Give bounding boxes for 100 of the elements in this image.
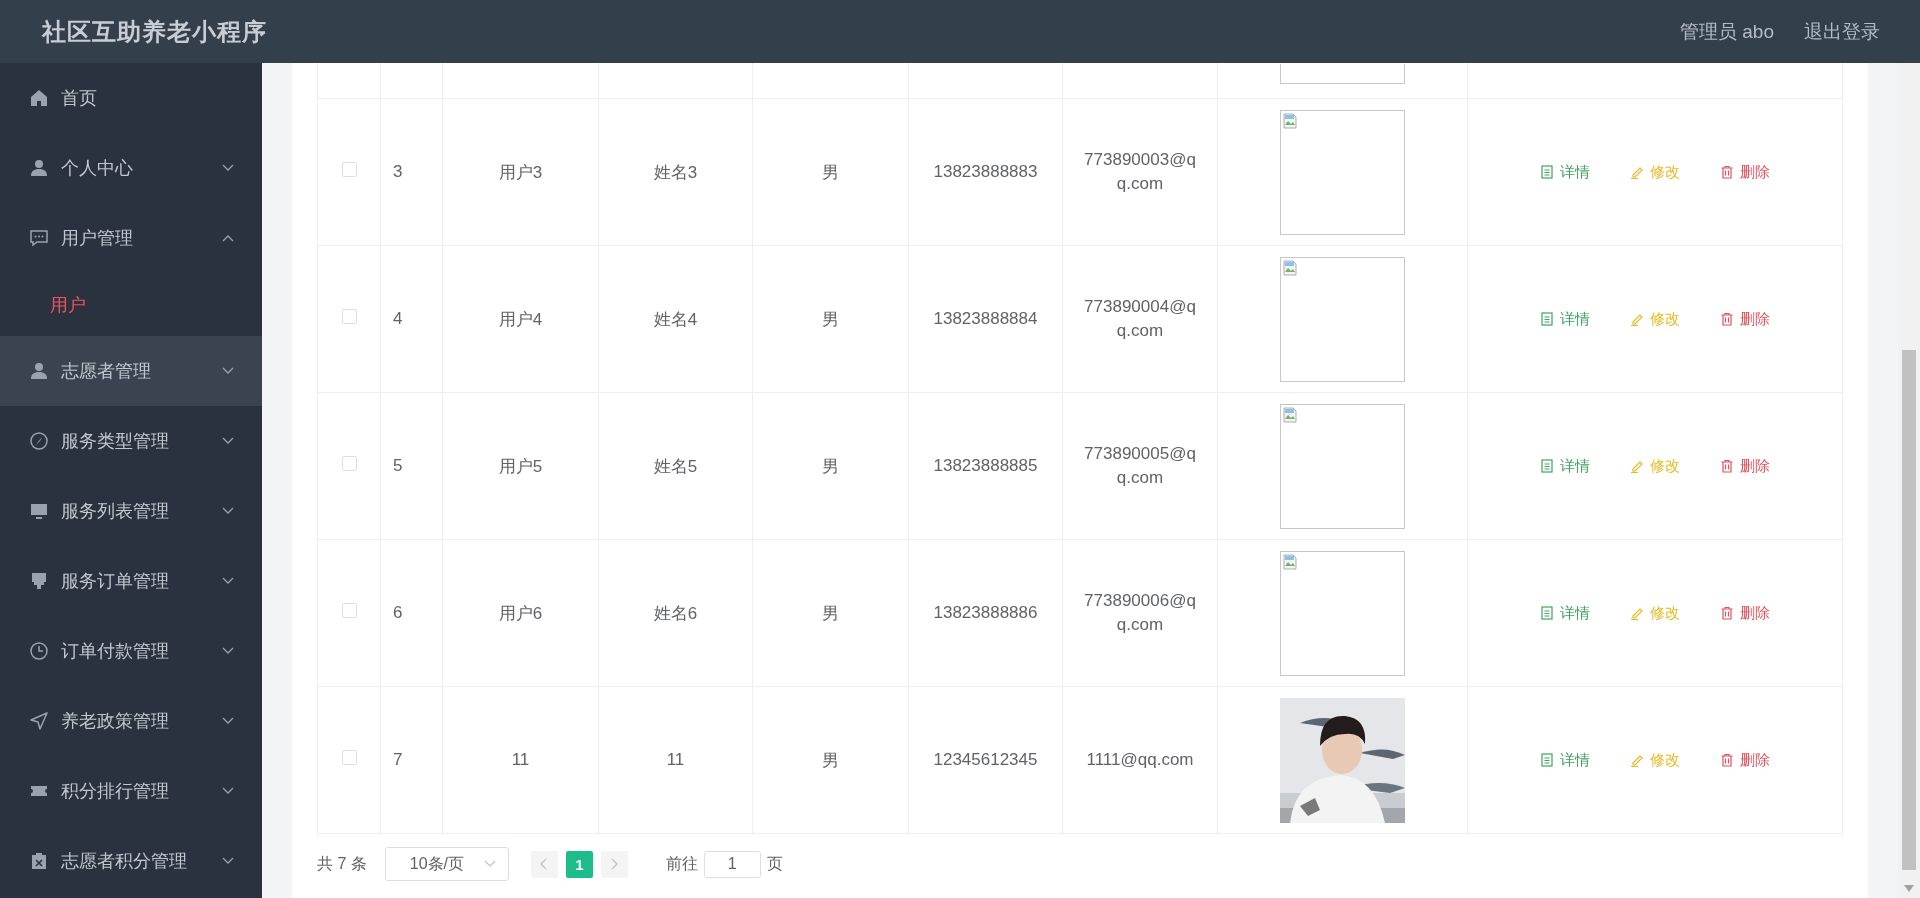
sidebar-item[interactable]: 订单付款管理 (0, 616, 262, 686)
broken-image-icon (1283, 112, 1297, 129)
table-cell: 用户6 (442, 539, 599, 687)
pencil-icon (1630, 753, 1644, 767)
table-cell: 11 (598, 686, 753, 834)
table-cell: 6 (380, 539, 443, 687)
send-icon (30, 712, 48, 730)
pencil-icon (1630, 312, 1644, 326)
trash-icon (1720, 165, 1734, 179)
delete-button[interactable]: 删除 (1720, 307, 1770, 331)
detail-button[interactable]: 详情 (1540, 601, 1590, 625)
clock-icon (30, 642, 48, 660)
delete-button[interactable]: 删除 (1720, 748, 1770, 772)
table-cell-text: 773890004@qq.com (1083, 296, 1197, 342)
chat-icon (30, 229, 48, 247)
delete-button[interactable]: 删除 (1720, 160, 1770, 184)
sidebar-item[interactable]: 积分排行管理 (0, 756, 262, 826)
detail-button[interactable]: 详情 (1540, 748, 1590, 772)
table-cell: 姓名5 (598, 392, 753, 540)
compass-icon (30, 432, 48, 450)
page-button[interactable]: 1 (565, 850, 593, 878)
table-cell: 3 (380, 98, 443, 246)
table-cell: 13823888885 (908, 392, 1063, 540)
detail-button[interactable]: 详情 (1540, 307, 1590, 331)
table-cell: 13823888886 (908, 539, 1063, 687)
table-cell: 12345612345 (908, 686, 1063, 834)
table-cell: 用户4 (442, 245, 599, 393)
scrollbar[interactable] (1898, 63, 1920, 898)
checkbox[interactable] (341, 456, 357, 471)
trash-icon (1720, 459, 1734, 473)
table-cell: 11 (442, 686, 599, 834)
document-icon (1540, 312, 1554, 326)
detail-button[interactable]: 详情 (1540, 160, 1590, 184)
table-cell: 姓名3 (598, 98, 753, 246)
table-cell: 4 (380, 245, 443, 393)
table-cell-text: 773890005@qq.com (1083, 443, 1197, 489)
clipboard-icon (30, 852, 48, 870)
table-cell: 5 (380, 392, 443, 540)
broken-image-icon (1283, 259, 1297, 276)
submenu-item[interactable]: 用户 (0, 273, 262, 336)
table-cell-text: 773890003@qq.com (1083, 149, 1197, 195)
prev-page-button[interactable] (530, 850, 558, 878)
logout-link[interactable]: 退出登录 (1804, 18, 1880, 45)
table-cell: 男 (752, 539, 909, 687)
checkbox[interactable] (341, 162, 357, 177)
goto-label: 前往 (665, 853, 698, 874)
page-size-select[interactable]: 10条/页 (384, 847, 509, 881)
sidebar-item[interactable]: 用户管理 (0, 203, 262, 273)
sidebar-item[interactable]: 志愿者管理 (0, 336, 262, 406)
sidebar-item[interactable]: 服务订单管理 (0, 546, 262, 616)
pencil-icon (1630, 165, 1644, 179)
table-cell: 男 (752, 98, 909, 246)
checkbox[interactable] (341, 309, 357, 324)
admin-name: 管理员 abo (1680, 19, 1774, 44)
document-icon (1540, 753, 1554, 767)
table-cell: 姓名6 (598, 539, 753, 687)
document-icon (1540, 459, 1554, 473)
detail-button[interactable]: 详情 (1540, 454, 1590, 478)
monitor-icon (30, 502, 48, 520)
sidebar-item[interactable]: 服务类型管理 (0, 406, 262, 476)
sidebar-item[interactable]: 个人中心 (0, 133, 262, 203)
trash-icon (1720, 606, 1734, 620)
table-cell: 用户3 (442, 98, 599, 246)
table-cell-text: 1111@qq.com (1085, 749, 1195, 771)
table-cell: 男 (752, 245, 909, 393)
table-cell: 7 (380, 686, 443, 834)
trash-icon (1720, 753, 1734, 767)
scroll-down-icon[interactable] (1904, 885, 1914, 892)
chevron-right-icon (610, 858, 619, 870)
delete-button[interactable]: 删除 (1720, 454, 1770, 478)
home-icon (30, 89, 48, 107)
page-suffix: 页 (766, 853, 783, 874)
sidebar-item[interactable]: 服务列表管理 (0, 476, 262, 546)
sidebar-item[interactable]: 志愿者积分管理 (0, 826, 262, 896)
pencil-icon (1630, 606, 1644, 620)
trash-icon (1720, 312, 1734, 326)
next-page-button[interactable] (600, 850, 628, 878)
table-cell: 姓名4 (598, 245, 753, 393)
table-cell: 男 (752, 392, 909, 540)
sidebar-item[interactable]: 养老政策管理 (0, 686, 262, 756)
table-cell: 13823888883 (908, 98, 1063, 246)
table-cell: 用户5 (442, 392, 599, 540)
page-input[interactable]: 1 (703, 850, 761, 878)
pencil-icon (1630, 459, 1644, 473)
user-icon (30, 159, 48, 177)
table-cell: 男 (752, 686, 909, 834)
checkbox[interactable] (341, 603, 357, 618)
table-cell-text: 773890006@qq.com (1083, 590, 1197, 636)
broken-image-icon (1283, 406, 1297, 423)
chevron-left-icon (540, 858, 549, 870)
chevron-down-icon (483, 860, 496, 868)
document-icon (1540, 165, 1554, 179)
broken-image-icon (1283, 553, 1297, 570)
sidebar-item[interactable]: 首页 (0, 63, 262, 133)
user-icon (30, 362, 48, 380)
checkbox[interactable] (341, 750, 357, 765)
document-icon (1540, 606, 1554, 620)
app-title: 社区互助养老小程序 (42, 16, 267, 47)
total-count: 共 7 条 (317, 853, 367, 874)
delete-button[interactable]: 删除 (1720, 601, 1770, 625)
